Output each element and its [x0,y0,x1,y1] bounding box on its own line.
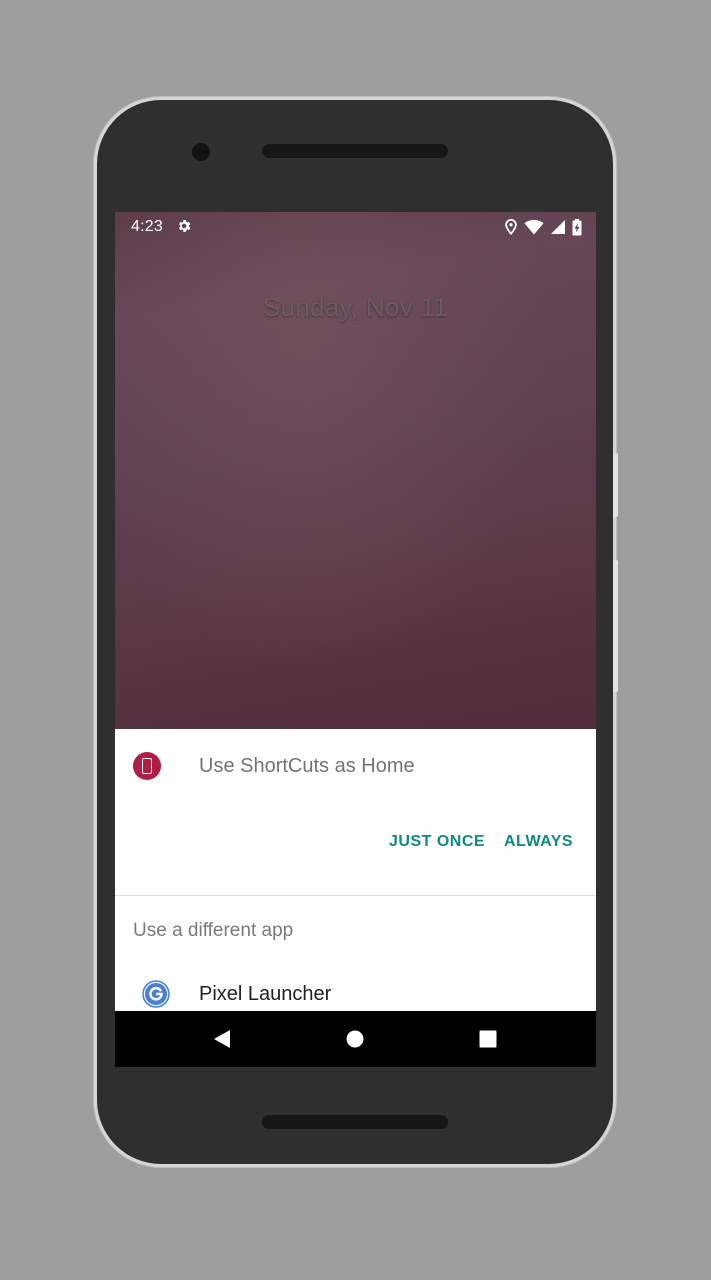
dialog-header: Use ShortCuts as Home [115,729,596,804]
battery-charging-icon [572,218,582,235]
dialog-divider [115,895,596,896]
just-once-button[interactable]: JUST ONCE [389,833,485,851]
earpiece-speaker [262,144,448,158]
home-icon [346,1030,364,1048]
lockscreen-wallpaper [115,212,596,729]
always-button[interactable]: ALWAYS [504,833,573,851]
different-app-heading: Use a different app [133,920,294,941]
back-button[interactable] [209,1026,235,1052]
bottom-speaker [262,1115,448,1129]
navigation-bar [115,1011,596,1067]
resolver-dialog: Use ShortCuts as Home JUST ONCE ALWAYS U… [115,729,596,1011]
back-icon [214,1030,230,1048]
recents-icon [479,1030,497,1048]
location-icon [505,219,517,235]
lockscreen-date: Sunday, Nov 11 [262,292,449,322]
shortcuts-app-icon [133,752,161,780]
status-bar: 4:23 [115,212,596,242]
phone-icon [142,758,152,774]
status-time: 4:23 [131,218,163,235]
volume-button [613,560,618,692]
front-camera [192,143,210,161]
status-icons [504,218,582,236]
wifi-icon [524,220,544,235]
dialog-title: Use ShortCuts as Home [199,755,415,777]
cell-signal-icon [551,220,565,234]
app-option-label: Pixel Launcher [199,983,332,1005]
power-button [613,453,618,517]
home-button[interactable] [342,1026,368,1052]
google-g-icon [142,980,170,1008]
screen: 4:23 Sunday, Nov 11 Use ShortCuts as Hom… [115,212,596,1067]
recents-button[interactable] [475,1026,501,1052]
gear-icon [179,220,191,232]
